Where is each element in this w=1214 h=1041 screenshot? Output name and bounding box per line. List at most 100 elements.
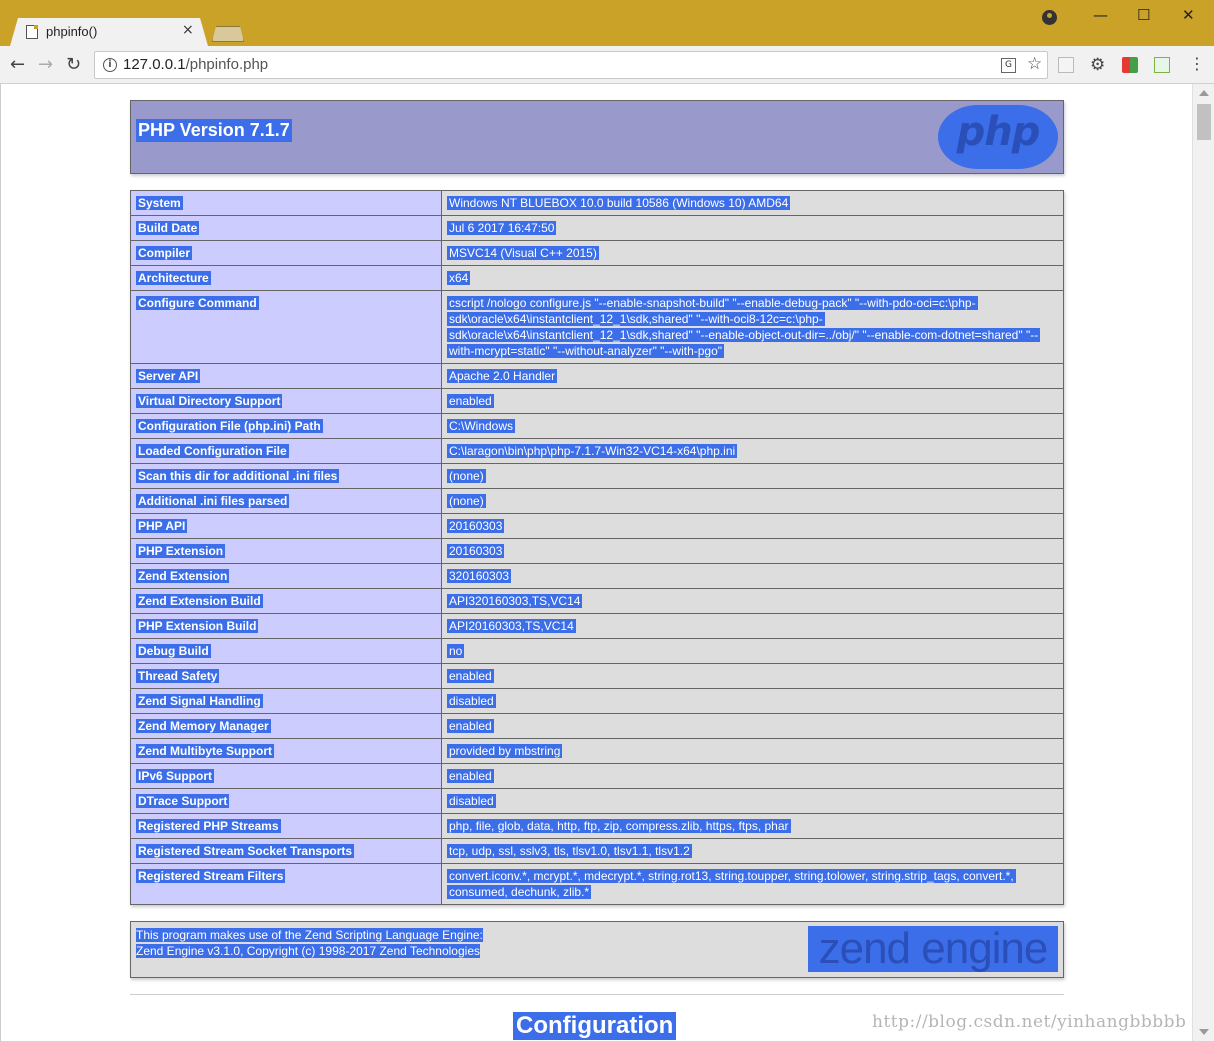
vertical-scrollbar[interactable]: [1192, 84, 1214, 1041]
browser-toolbar: ← → ↻ i 127.0.0.1/phpinfo.php G ☆ ⚙ ⋮: [0, 46, 1214, 84]
row-key: PHP API: [136, 519, 188, 533]
forward-arrow-icon[interactable]: →: [38, 54, 53, 75]
table-row: Server API Apache 2.0 Handler: [130, 363, 1064, 389]
table-row: Compiler MSVC14 (Visual C++ 2015): [130, 240, 1064, 266]
row-key-cell: Zend Multibyte Support: [130, 738, 442, 764]
row-key: Server API: [136, 369, 201, 383]
table-row: Registered Stream Filters convert.iconv.*…: [130, 863, 1064, 905]
scroll-up-arrow-icon[interactable]: [1199, 90, 1209, 96]
back-arrow-icon[interactable]: ←: [10, 54, 25, 75]
close-window-button[interactable]: ✕: [1182, 6, 1195, 24]
php-logo[interactable]: php: [938, 105, 1058, 169]
menu-dots-icon[interactable]: ⋮: [1189, 54, 1205, 73]
row-value-cell: Windows NT BLUEBOX 10.0 build 10586 (Win…: [441, 190, 1064, 216]
row-value: 20160303: [447, 544, 505, 558]
row-key: Configure Command: [136, 296, 259, 310]
row-value-cell: provided by mbstring: [441, 738, 1064, 764]
table-row: Zend Signal Handling disabled: [130, 688, 1064, 714]
row-key: Zend Multibyte Support: [136, 744, 274, 758]
site-info-icon[interactable]: i: [103, 58, 117, 72]
reload-icon[interactable]: ↻: [66, 54, 81, 75]
row-value: MSVC14 (Visual C++ 2015): [447, 246, 599, 260]
row-value: C:\laragon\bin\php\php-7.1.7-Win32-VC14-…: [447, 444, 738, 458]
row-key: Zend Extension: [136, 569, 230, 583]
row-value: enabled: [447, 719, 494, 733]
row-key: DTrace Support: [136, 794, 230, 808]
extension-icon[interactable]: [1058, 57, 1074, 73]
tab-close-button[interactable]: ×: [182, 22, 194, 38]
row-key-cell: PHP Extension Build: [130, 613, 442, 639]
bookmark-star-icon[interactable]: ☆: [1027, 54, 1042, 74]
row-key-cell: Compiler: [130, 240, 442, 266]
table-row: DTrace Support disabled: [130, 788, 1064, 814]
row-value-cell: enabled: [441, 663, 1064, 689]
page-title: PHP Version 7.1.7: [136, 119, 292, 142]
row-key: Registered PHP Streams: [136, 819, 281, 833]
colorful-extension-icon[interactable]: [1122, 57, 1138, 73]
address-bar[interactable]: i 127.0.0.1/phpinfo.php G ☆: [94, 51, 1048, 79]
sheet-extension-icon[interactable]: [1154, 57, 1170, 73]
row-value-cell: disabled: [441, 688, 1064, 714]
row-value-cell: enabled: [441, 388, 1064, 414]
table-row: PHP API 20160303: [130, 513, 1064, 539]
row-value-cell: php, file, glob, data, http, ftp, zip, c…: [441, 813, 1064, 839]
settings-gear-icon[interactable]: ⚙: [1090, 55, 1106, 75]
row-value: no: [447, 644, 465, 658]
tab-title: phpinfo(): [46, 24, 98, 39]
row-value: cscript /nologo configure.js "--enable-s…: [447, 296, 1041, 358]
row-key-cell: PHP API: [130, 513, 442, 539]
table-row: Thread Safety enabled: [130, 663, 1064, 689]
table-row: Zend Multibyte Support provided by mbstri…: [130, 738, 1064, 764]
scroll-thumb[interactable]: [1197, 104, 1211, 140]
row-value: Jul 6 2017 16:47:50: [447, 221, 557, 235]
table-row: Virtual Directory Support enabled: [130, 388, 1064, 414]
row-value-cell: (none): [441, 463, 1064, 489]
url-text[interactable]: 127.0.0.1/phpinfo.php: [123, 56, 268, 73]
table-row: Build Date Jul 6 2017 16:47:50: [130, 215, 1064, 241]
row-value-cell: cscript /nologo configure.js "--enable-s…: [441, 290, 1064, 364]
row-key: PHP Extension Build: [136, 619, 259, 633]
row-value-cell: 320160303: [441, 563, 1064, 589]
table-row: Zend Extension Build API320160303,TS,VC14: [130, 588, 1064, 614]
row-value-cell: no: [441, 638, 1064, 664]
maximize-button[interactable]: ☐: [1137, 6, 1150, 24]
row-value-cell: x64: [441, 265, 1064, 291]
row-value-cell: API320160303,TS,VC14: [441, 588, 1064, 614]
row-key-cell: Loaded Configuration File: [130, 438, 442, 464]
row-key-cell: Scan this dir for additional .ini files: [130, 463, 442, 489]
zend-logo-text: zend engine: [818, 924, 1049, 973]
row-key-cell: Thread Safety: [130, 663, 442, 689]
row-value-cell: (none): [441, 488, 1064, 514]
table-row: Debug Build no: [130, 638, 1064, 664]
row-value: enabled: [447, 394, 494, 408]
row-value-cell: C:\Windows: [441, 413, 1064, 439]
minimize-button[interactable]: —: [1093, 6, 1108, 24]
table-row: PHP Extension Build API20160303,TS,VC14: [130, 613, 1064, 639]
translate-icon[interactable]: G: [1001, 58, 1016, 73]
browser-titlebar: phpinfo() × — ☐ ✕: [0, 0, 1214, 46]
row-value-cell: API20160303,TS,VC14: [441, 613, 1064, 639]
row-key: PHP Extension: [136, 544, 226, 558]
row-value: enabled: [447, 769, 494, 783]
row-key: Registered Stream Filters: [136, 869, 286, 883]
scroll-down-arrow-icon[interactable]: [1199, 1029, 1209, 1035]
zend-line-1: This program makes use of the Zend Scrip…: [136, 928, 483, 942]
table-row: PHP Extension 20160303: [130, 538, 1064, 564]
zend-engine-logo[interactable]: zend engine: [808, 924, 1058, 973]
row-value: (none): [447, 469, 486, 483]
row-key-cell: Configuration File (php.ini) Path: [130, 413, 442, 439]
table-row: Architecture x64: [130, 265, 1064, 291]
row-value: Apache 2.0 Handler: [447, 369, 558, 383]
row-key: Additional .ini files parsed: [136, 494, 290, 508]
row-key-cell: Build Date: [130, 215, 442, 241]
row-value: API20160303,TS,VC14: [447, 619, 576, 633]
row-key-cell: Zend Extension: [130, 563, 442, 589]
browser-tab[interactable]: phpinfo() ×: [10, 18, 208, 46]
new-tab-button[interactable]: [212, 26, 244, 42]
profile-icon[interactable]: [1042, 10, 1057, 25]
table-row: Zend Extension 320160303: [130, 563, 1064, 589]
row-key: Zend Signal Handling: [136, 694, 263, 708]
row-value: Windows NT BLUEBOX 10.0 build 10586 (Win…: [447, 196, 791, 210]
php-info-table: System Windows NT BLUEBOX 10.0 build 1058…: [130, 190, 1064, 905]
watermark: http://blog.csdn.net/yinhangbbbbb: [872, 1012, 1187, 1032]
